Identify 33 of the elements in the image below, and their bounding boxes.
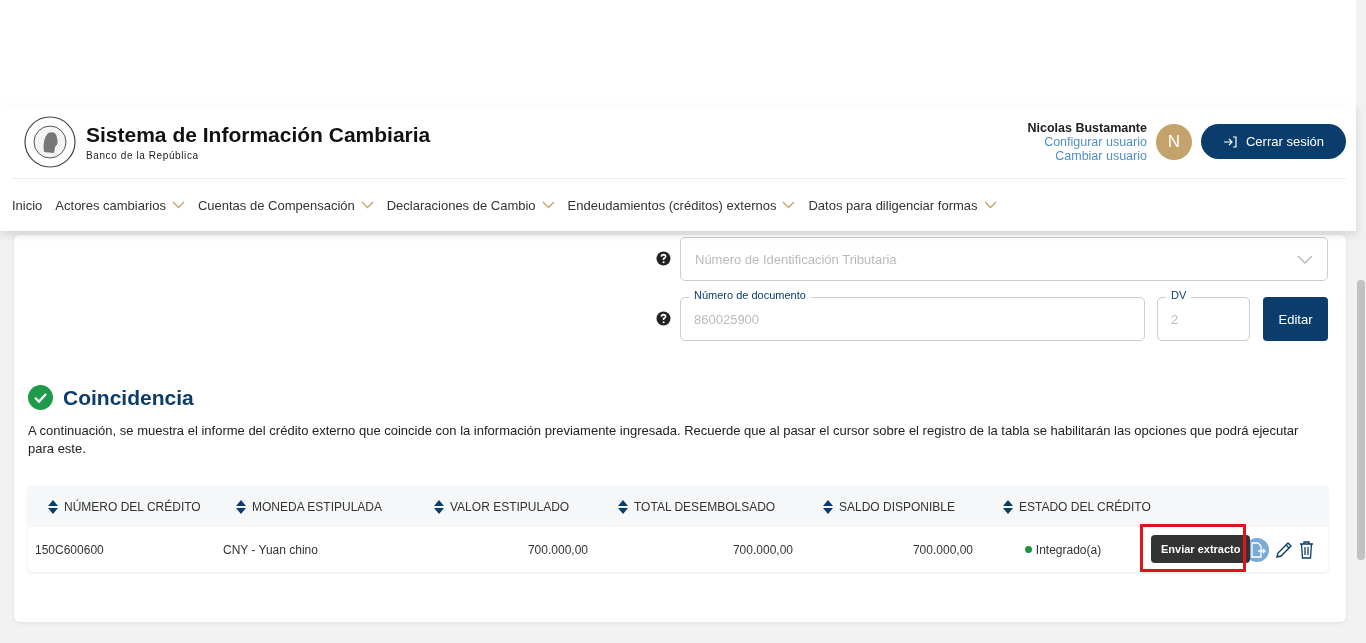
tooltip: Enviar extracto xyxy=(1151,535,1251,563)
table-cell-text: CNY - Yuan chino xyxy=(222,541,319,559)
status-label: Integrado(a) xyxy=(1035,542,1102,557)
select-placeholder: Número de Identificación Tributaria xyxy=(695,251,897,267)
table-cell-text: 700.000,00 xyxy=(526,541,589,559)
column-header: NÚMERO DEL CRÉDITO xyxy=(64,499,201,514)
column-header: SALDO DISPONIBLE xyxy=(839,499,956,514)
nav-menu-item[interactable]: Declaraciones de Cambio xyxy=(386,197,555,213)
nav-menu-item[interactable]: Datos para diligenciar formas xyxy=(808,197,997,213)
column-header: VALOR ESTIPULADO xyxy=(450,499,570,514)
field-label: Número de documento xyxy=(689,289,811,302)
user-link[interactable]: Configurar usuario xyxy=(1044,134,1147,149)
column-header: ESTADO DEL CRÉDITO xyxy=(1019,499,1151,514)
nav-menu-item[interactable]: Inicio xyxy=(12,197,43,213)
section-title: Coincidencia xyxy=(63,385,194,410)
column-header: TOTAL DESEMBOLSADO xyxy=(634,499,776,514)
user-name: Nicolas Bustamante xyxy=(1027,120,1147,135)
table-cell-text: 700.000,00 xyxy=(911,541,974,559)
table-cell-text: 700.000,00 xyxy=(731,541,794,559)
logout-button[interactable]: Cerrar sesión xyxy=(1200,124,1346,159)
nav-menu-item[interactable]: Actores cambiarios xyxy=(55,197,185,213)
nav-menu-item[interactable]: Endeudamientos (créditos) externos xyxy=(567,197,796,213)
dv-field[interactable]: DV 2 xyxy=(1157,289,1250,341)
field-label: DV xyxy=(1166,289,1192,302)
table-cell-text: 150C600600 xyxy=(34,541,105,559)
user-link[interactable]: Cambiar usuario xyxy=(1055,148,1147,163)
section-description: A continuación, se muestra el informe del crédito externo que coincide con la información previamente ingresada. Recuerde que al pasar el cursor sobre el registro de la tabla se habilitarán las opciones que podrá ejecutar para este. xyxy=(28,422,1300,458)
app-subtitle: Banco de la República xyxy=(86,149,199,161)
nav-menu-item[interactable]: Cuentas de Compensación xyxy=(197,197,374,213)
document-number-field[interactable]: Número de documento 860025900 xyxy=(680,289,1145,341)
edit-button[interactable]: Editar xyxy=(1263,297,1328,341)
column-header: MONEDA ESTIPULADA xyxy=(252,499,383,514)
app-title: Sistema de Información Cambiaria xyxy=(86,122,431,147)
